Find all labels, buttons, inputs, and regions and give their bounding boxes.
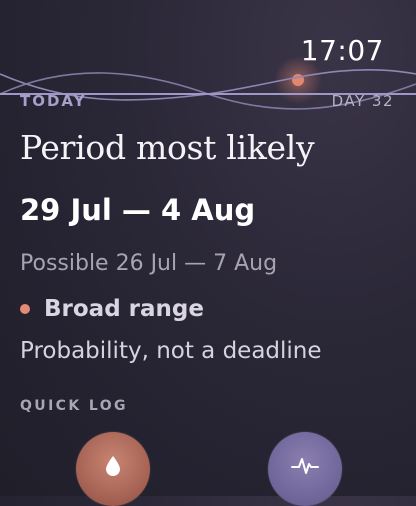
log-symptom-button[interactable] <box>268 432 342 506</box>
confidence-dot <box>20 304 30 314</box>
today-label: TODAY <box>20 92 87 110</box>
confidence-label: Broad range <box>44 296 204 322</box>
day-row: TODAY DAY 32 <box>20 92 394 110</box>
prediction-range: 29 Jul — 4 Aug <box>20 193 256 227</box>
log-period-button[interactable] <box>76 432 150 506</box>
cycle-day-label: DAY 32 <box>331 92 394 110</box>
pulse-icon <box>291 458 319 474</box>
prediction-title: Period most likely <box>20 128 315 167</box>
prediction-note: Probability, not a deadline <box>20 338 322 364</box>
drop-icon <box>106 456 120 476</box>
quick-log-label: QUICK LOG <box>20 398 128 414</box>
confidence-row: Broad range <box>20 296 204 322</box>
possible-range: Possible 26 Jul — 7 Aug <box>20 251 278 276</box>
